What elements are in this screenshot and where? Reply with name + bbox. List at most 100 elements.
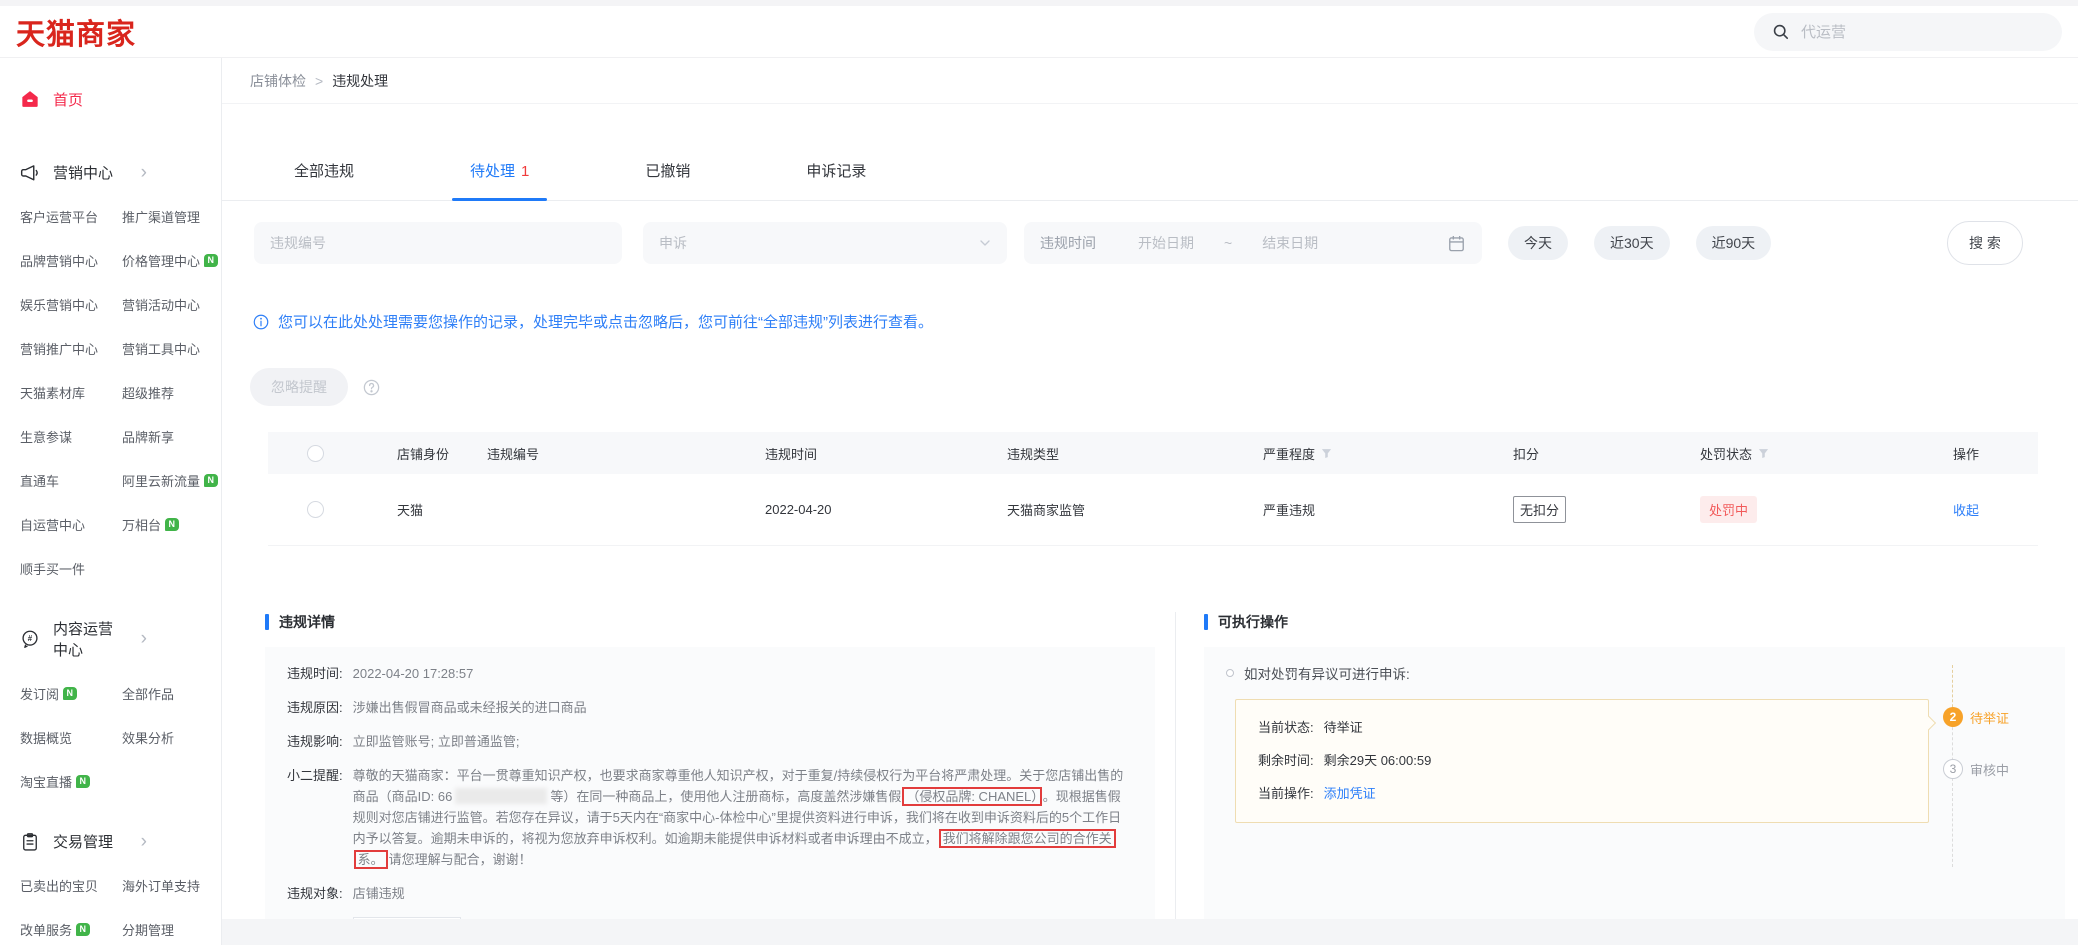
add-evidence-link[interactable]: 添加凭证 (1324, 783, 1376, 804)
sidebar-item[interactable]: 生意参谋 (20, 427, 122, 446)
tab-count: 1 (521, 163, 529, 180)
current-operation-label: 当前操作: (1258, 783, 1314, 804)
chevron-right-icon: › (141, 835, 147, 849)
sidebar-item-label: 发订阅 (20, 687, 59, 702)
sidebar-item[interactable]: 推广渠道管理 (122, 207, 221, 226)
start-date-field[interactable]: 开始日期 (1138, 233, 1194, 253)
step-label: 审核中 (1970, 760, 2009, 779)
table-row: 天猫 2022-04-20 天猫商家监管 严重违规 无扣分 处罚中 收起 (268, 474, 2038, 546)
sidebar-item-label: 阿里云新流量 (122, 474, 200, 489)
sidebar-item[interactable]: 全部作品 (122, 684, 221, 703)
time-left-value: 剩余29天 06:00:59 (1324, 750, 1432, 771)
detail-field: 违规影响:立即监管账号; 立即普通监管; (287, 731, 1133, 752)
sidebar-item-label: 自运营中心 (20, 518, 85, 533)
sidebar-item[interactable]: 改单服务N (20, 920, 122, 939)
sidebar-item[interactable]: 营销工具中心 (122, 339, 221, 358)
appeal-hint: 如对处罚有异议可进行申诉: (1226, 663, 2043, 683)
quick-range-pill[interactable]: 近30天 (1594, 226, 1670, 260)
step-number: 3 (1943, 759, 1963, 779)
tab-label: 申诉记录 (806, 163, 866, 180)
ignore-reminder-button[interactable]: 忽略提醒 (250, 368, 348, 406)
sidebar-item[interactable]: 数据概览 (20, 728, 122, 747)
global-search[interactable]: 代运营 (1754, 13, 2062, 51)
sidebar-section-marketing-center[interactable]: 营销中心› (0, 162, 221, 183)
sidebar-item[interactable]: 海外订单支持 (122, 876, 221, 895)
sidebar-item[interactable]: 价格管理中心N (122, 251, 221, 270)
sidebar-item[interactable]: 阿里云新流量 N (122, 471, 221, 490)
violation-no-input[interactable] (254, 222, 622, 264)
sidebar-item-label: 生意参谋 (20, 430, 72, 445)
sidebar-item[interactable]: 品牌营销中心 (20, 251, 122, 270)
sidebar-item[interactable]: 自运营中心 (20, 515, 122, 534)
filter-funnel-icon[interactable] (1321, 448, 1332, 459)
sidebar-item[interactable]: 营销活动中心 (122, 295, 221, 314)
sidebar-item-label: 全部作品 (122, 687, 174, 702)
sidebar-item-label: 淘宝直播 (20, 775, 72, 790)
sidebar-item[interactable]: 发订阅N (20, 684, 122, 703)
search-button[interactable]: 搜 索 (1947, 221, 2023, 265)
red-annotation-box: （侵权品牌: CHANEL） (902, 787, 1041, 806)
violation-detail-section: 违规详情 违规时间:2022-04-20 17:28:57违规原因:涉嫌出售假冒… (265, 612, 1175, 945)
appeal-select[interactable]: 申诉 (643, 222, 1007, 264)
sidebar-item-label: 营销工具中心 (122, 342, 200, 357)
sidebar-item[interactable]: 客户运营平台 (20, 207, 122, 226)
red-annotation-box: 我们将解除跟您公司的合作关系。 (354, 829, 1116, 869)
sidebar-section-content-operation-center[interactable]: #内容运营中心› (0, 618, 221, 660)
table-header: 店铺身份违规编号违规时间违规类型严重程度扣分处罚状态操作 (268, 432, 2038, 474)
sidebar: 首页 营销中心›客户运营平台推广渠道管理品牌营销中心价格管理中心N娱乐营销中心营… (0, 58, 222, 945)
sidebar-item-label: 改单服务 (20, 923, 72, 938)
sidebar-item[interactable]: 娱乐营销中心 (20, 295, 122, 314)
column-header: 操作 (1953, 444, 2038, 463)
chevron-right-icon: › (141, 632, 147, 646)
sidebar-item[interactable]: 营销推广中心 (20, 339, 122, 358)
row-checkbox[interactable] (307, 501, 324, 518)
collapse-link[interactable]: 收起 (1953, 500, 2038, 519)
select-all-checkbox[interactable] (307, 445, 324, 462)
sidebar-item-label: 品牌营销中心 (20, 254, 98, 269)
quick-range-pill[interactable]: 近90天 (1696, 226, 1772, 260)
sidebar-item[interactable]: 天猫素材库 (20, 383, 122, 402)
question-icon[interactable] (362, 378, 381, 397)
sidebar-item-label: 分期管理 (122, 923, 174, 938)
tab-已撤销[interactable]: 已撤销 (643, 160, 692, 200)
column-header: 违规编号 (487, 444, 765, 463)
search-icon (1771, 22, 1790, 41)
sidebar-section-label: 营销中心 (53, 162, 113, 183)
breadcrumb-parent[interactable]: 店铺体检 (250, 71, 306, 91)
info-icon (252, 313, 270, 331)
new-badge: N (204, 474, 218, 487)
sidebar-item[interactable]: 分期管理 (122, 920, 221, 939)
tab-待处理[interactable]: 待处理1 (468, 160, 531, 200)
breadcrumb-current: 违规处理 (332, 71, 388, 91)
sidebar-item-label: 超级推荐 (122, 386, 174, 401)
end-date-field[interactable]: 结束日期 (1262, 233, 1318, 253)
time-range-label: 违规时间 (1040, 233, 1096, 253)
sidebar-section-trade-management[interactable]: 交易管理 › (0, 831, 221, 852)
sidebar-item-label: 客户运营平台 (20, 210, 98, 225)
tab-申诉记录[interactable]: 申诉记录 (804, 160, 868, 200)
sidebar-item[interactable]: 超级推荐 (122, 383, 221, 402)
sidebar-item-home[interactable]: 首页 (0, 76, 221, 122)
sidebar-section-label: 交易管理 (53, 831, 113, 852)
tab-全部违规[interactable]: 全部违规 (292, 160, 356, 200)
filter-funnel-icon[interactable] (1758, 448, 1769, 459)
breadcrumb-separator: > (315, 73, 323, 89)
timeline-dashed-line (1952, 717, 1953, 867)
sidebar-item[interactable]: 效果分析 (122, 728, 221, 747)
sidebar-item[interactable]: 顺手买一件 (20, 559, 122, 578)
quick-range-pill[interactable]: 今天 (1508, 226, 1568, 260)
violation-time-range[interactable]: 违规时间 开始日期 ~ 结束日期 (1024, 222, 1482, 264)
sidebar-item[interactable]: 品牌新享 (122, 427, 221, 446)
range-separator: ~ (1224, 235, 1232, 251)
time-left-label: 剩余时间: (1258, 750, 1314, 771)
detail-field: 违规时间:2022-04-20 17:28:57 (287, 663, 1133, 684)
sidebar-item[interactable]: 淘宝直播N (20, 772, 122, 791)
sidebar-item[interactable]: 已卖出的宝贝 (20, 876, 122, 895)
bullet-icon (1226, 669, 1234, 677)
step-number: 2 (1943, 707, 1963, 727)
calendar-icon[interactable] (1447, 234, 1466, 253)
sidebar-item[interactable]: 万相台N (122, 515, 221, 534)
appeal-step-2: 2待举证 (1943, 707, 2009, 727)
sidebar-item[interactable]: 直通车 (20, 471, 122, 490)
expanded-detail: 违规详情 违规时间:2022-04-20 17:28:57违规原因:涉嫌出售假冒… (265, 612, 2065, 945)
